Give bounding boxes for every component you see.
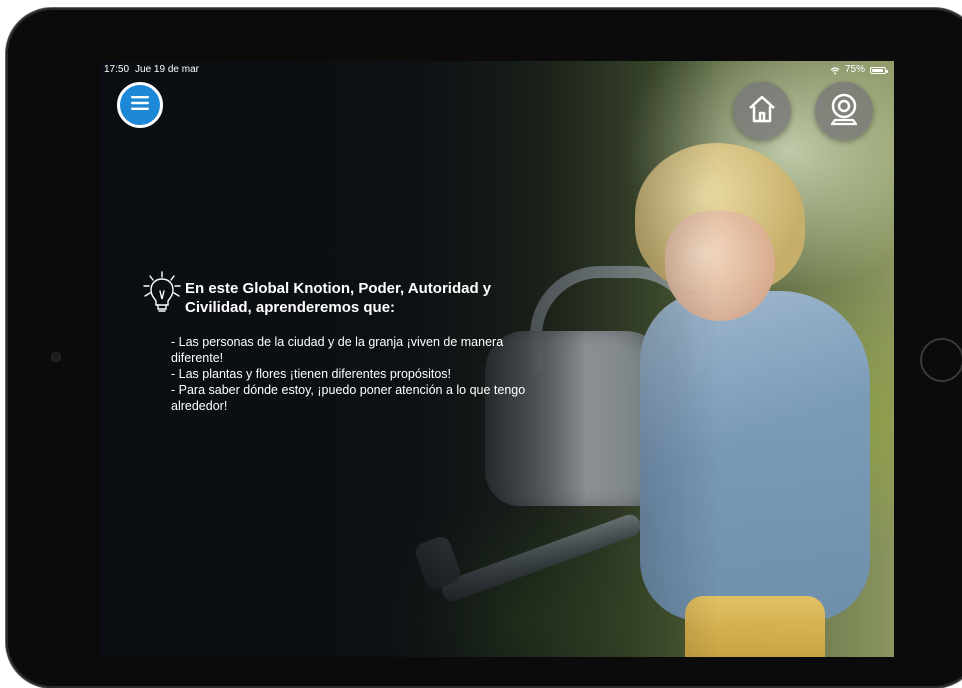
objectives-heading: En este Global Knotion, Poder, Autoridad… [185,280,492,316]
objective-item: - Las personas de la ciudad y de la gran… [171,335,504,365]
webcam-button[interactable] [815,82,873,140]
status-date: Jue 19 de mar [135,64,199,75]
menu-button[interactable] [117,82,163,128]
battery-icon [870,66,888,74]
status-left: 17:50 Jue 19 de mar [104,61,199,79]
lightbulb-idea-icon [142,271,182,317]
hamburger-menu-icon [130,95,150,116]
app-screen: 17:50 Jue 19 de mar 75% En este Global K… [100,61,894,657]
battery-percentage: 75% [844,64,865,75]
home-button[interactable] [733,82,791,140]
status-time: 17:50 [104,64,130,75]
status-bar: 17:50 Jue 19 de mar 75% [100,61,894,79]
status-right: 75% [830,61,888,79]
wifi-icon [830,65,840,75]
front-camera [52,353,60,361]
objectives-list: - Las personas de la ciudad y de la gran… [171,334,531,414]
battery-fill [872,68,883,72]
objective-item: - Para saber dónde estoy, ¡puedo poner a… [171,383,526,413]
webcam-icon [827,91,861,132]
objective-item: - Las plantas y flores ¡tienen diferente… [171,367,452,381]
ipad-device-frame: 17:50 Jue 19 de mar 75% En este Global K… [6,8,962,688]
home-icon [745,93,779,130]
device-home-button[interactable] [920,338,962,382]
